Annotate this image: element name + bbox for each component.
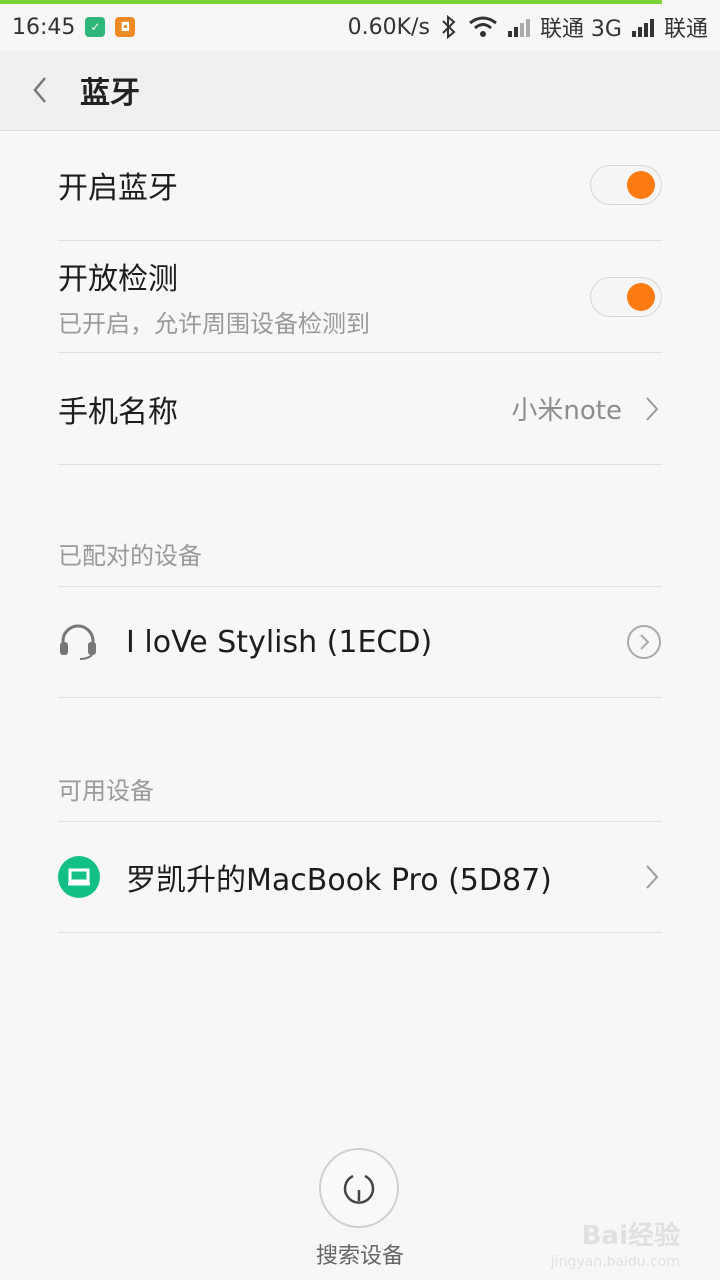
laptop-icon xyxy=(58,856,100,898)
visibility-label: 开放检测 xyxy=(58,262,178,297)
carrier-2: 联通 xyxy=(663,17,708,42)
paired-section-label: 已配对的设备 xyxy=(58,542,202,570)
paired-list: I loVe Stylish (1ECD) xyxy=(58,586,662,698)
notification-app-icon: ◘ xyxy=(115,17,136,37)
device-name-row[interactable]: 手机名称 小米note xyxy=(58,353,662,465)
visibility-switch[interactable] xyxy=(590,276,662,317)
status-time: 16:45 xyxy=(12,14,76,40)
signal-icon-2 xyxy=(631,17,654,37)
wifi-icon xyxy=(469,16,497,37)
shield-app-icon: ✓ xyxy=(85,17,106,37)
bluetooth-icon xyxy=(442,15,456,39)
bluetooth-label: 开启蓝牙 xyxy=(58,171,178,206)
device-details-button[interactable] xyxy=(626,624,662,660)
header-bar: 蓝牙 xyxy=(0,50,720,131)
search-refresh-icon xyxy=(343,1174,375,1204)
bluetooth-toggle-row[interactable]: 开启蓝牙 xyxy=(58,130,662,241)
headset-icon xyxy=(60,624,96,660)
available-device-row[interactable]: 罗凯升的MacBook Pro (5D87) xyxy=(58,822,662,933)
paired-device-row[interactable]: I loVe Stylish (1ECD) xyxy=(58,587,662,698)
back-button[interactable] xyxy=(0,50,80,130)
chevron-left-icon xyxy=(33,77,46,103)
available-list: 罗凯升的MacBook Pro (5D87) xyxy=(58,821,662,933)
watermark-url: jingyan.baidu.com xyxy=(550,1254,680,1270)
device-name-value: 小米note xyxy=(511,396,622,426)
chevron-right-icon xyxy=(642,861,662,893)
paired-device-name: I loVe Stylish (1ECD) xyxy=(126,624,433,660)
carrier-1: 联通 3G xyxy=(539,17,622,42)
chevron-right-icon xyxy=(642,393,662,425)
watermark-logo: Bai经验 xyxy=(581,1221,680,1251)
net-speed: 0.60K/s xyxy=(347,14,430,40)
page-title: 蓝牙 xyxy=(80,76,140,111)
signal-icon xyxy=(507,17,530,37)
bluetooth-switch[interactable] xyxy=(590,165,662,205)
device-name-label: 手机名称 xyxy=(58,394,178,430)
settings-list: 开启蓝牙 开放检测 已开启，允许周围设备检测到 手机名称 小米note xyxy=(58,130,662,465)
visibility-sublabel: 已开启，允许周围设备检测到 xyxy=(58,310,370,338)
visibility-toggle-row[interactable]: 开放检测 已开启，允许周围设备检测到 xyxy=(58,241,662,353)
available-section-label: 可用设备 xyxy=(58,777,154,805)
status-bar: 16:45 ✓ ◘ 0.60K/s 联通 3G 联通 xyxy=(0,4,720,50)
available-device-name: 罗凯升的MacBook Pro (5D87) xyxy=(126,863,552,898)
search-devices-button[interactable] xyxy=(319,1148,399,1228)
